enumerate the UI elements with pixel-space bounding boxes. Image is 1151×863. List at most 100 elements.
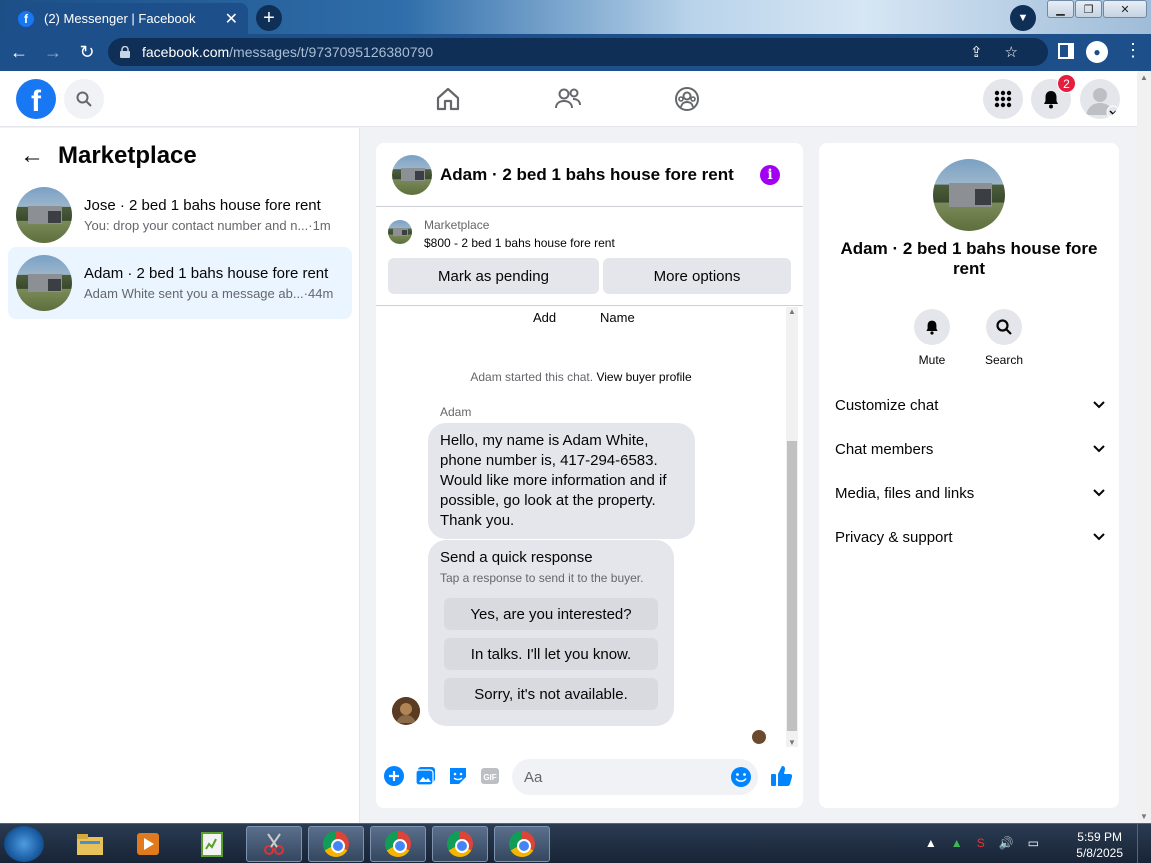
home-icon[interactable] xyxy=(434,85,462,113)
listing-price[interactable]: $800 - 2 bed 1 bahs house fore rent xyxy=(424,236,615,250)
customize-chat-row[interactable]: Customize chat xyxy=(835,383,1105,427)
page-scrollbar[interactable]: ▲ ▼ xyxy=(1137,71,1151,823)
chat-members-row[interactable]: Chat members xyxy=(835,427,1105,471)
privacy-support-row[interactable]: Privacy & support xyxy=(835,515,1105,559)
photo-icon[interactable] xyxy=(415,765,437,787)
name-label[interactable]: Name xyxy=(600,310,635,325)
scroll-up-arrow-icon[interactable]: ▲ xyxy=(1140,73,1148,82)
sticker-icon[interactable] xyxy=(447,765,469,787)
bookmark-star-icon[interactable]: ☆ xyxy=(1005,43,1018,61)
back-arrow-icon[interactable]: ← xyxy=(20,142,44,170)
chrome-profile-2-icon[interactable] xyxy=(370,826,426,862)
quick-response-option[interactable]: Yes, are you interested? xyxy=(444,598,658,630)
notepad-plus-icon[interactable] xyxy=(184,826,240,862)
start-button[interactable] xyxy=(4,826,44,862)
gif-icon[interactable]: GIF xyxy=(479,765,501,787)
conversation-time: ·44m xyxy=(303,286,334,301)
conversation-snippet: Adam White sent you a message ab... xyxy=(84,286,304,301)
restore-button[interactable]: ❐ xyxy=(1075,0,1102,18)
snipping-tool-icon[interactable] xyxy=(246,826,302,862)
windows-taskbar: ▲ ▲ S 🔊 ▭ 5:59 PM 5/8/2025 xyxy=(0,823,1151,863)
scroll-down-arrow-icon[interactable]: ▼ xyxy=(788,738,796,747)
quick-response-title: Send a quick response xyxy=(440,549,593,566)
quick-response-option[interactable]: In talks. I'll let you know. xyxy=(444,638,658,670)
chat-scrollbar[interactable]: ▲ ▼ xyxy=(786,307,798,747)
forward-arrow-icon[interactable]: → xyxy=(38,42,68,63)
conversation-name: Adam · 2 bed 1 bahs house fore rent xyxy=(84,265,329,282)
chrome-profile-4-icon[interactable] xyxy=(494,826,550,862)
message-bubble: Hello, my name is Adam White, phone numb… xyxy=(428,423,695,539)
file-explorer-icon[interactable] xyxy=(62,826,118,862)
like-thumb-icon[interactable] xyxy=(770,764,794,788)
scroll-up-arrow-icon[interactable]: ▲ xyxy=(788,307,796,316)
panel-header: ← Marketplace xyxy=(20,142,197,170)
mark-as-pending-button[interactable]: Mark as pending xyxy=(388,258,599,294)
close-window-button[interactable]: ✕ xyxy=(1103,0,1147,18)
listing-banner: Marketplace $800 - 2 bed 1 bahs house fo… xyxy=(376,208,803,306)
row-label: Chat members xyxy=(835,440,934,458)
chat-title[interactable]: Adam · 2 bed 1 bahs house fore rent xyxy=(440,165,734,185)
system-clock[interactable]: 5:59 PM 5/8/2025 xyxy=(1076,829,1123,861)
media-files-links-row[interactable]: Media, files and links xyxy=(835,471,1105,515)
new-tab-button[interactable]: + xyxy=(256,5,282,31)
browser-profile-icon[interactable]: ● xyxy=(1086,41,1108,63)
network-icon[interactable]: ▭ xyxy=(1028,836,1039,850)
conversation-item[interactable]: Jose · 2 bed 1 bahs house fore rent You:… xyxy=(8,179,352,251)
conversation-item-active[interactable]: Adam · 2 bed 1 bahs house fore rent Adam… xyxy=(8,247,352,319)
back-arrow-icon[interactable]: ← xyxy=(4,42,34,63)
facebook-top-nav: f 2 xyxy=(0,71,1137,127)
account-avatar[interactable] xyxy=(1080,79,1120,119)
message-list: Add Name Adam started this chat. View bu… xyxy=(376,307,803,747)
search-icon xyxy=(76,91,92,107)
mute-button[interactable]: Mute xyxy=(902,309,962,367)
chrome-profile-1-icon[interactable] xyxy=(308,826,364,862)
minimize-button[interactable]: ▁ xyxy=(1047,0,1074,18)
notification-badge: 2 xyxy=(1057,74,1076,93)
search-in-chat-button[interactable]: Search xyxy=(974,309,1034,367)
show-desktop-button[interactable] xyxy=(1137,824,1151,863)
browser-menu-icon[interactable]: ⋮ xyxy=(1124,40,1142,61)
scroll-down-arrow-icon[interactable]: ▼ xyxy=(1140,812,1148,821)
add-contact-label[interactable]: Add xyxy=(533,310,556,325)
show-hidden-icons-icon[interactable]: ▲ xyxy=(925,836,937,850)
sender-name: Adam xyxy=(440,405,472,419)
facebook-logo-icon[interactable]: f xyxy=(16,79,56,119)
plus-circle-icon[interactable] xyxy=(383,765,405,787)
scrollbar-thumb[interactable] xyxy=(787,441,797,731)
window-controls: ▁ ❐ ✕ xyxy=(1047,0,1147,18)
close-tab-icon[interactable]: ✕ xyxy=(225,9,238,29)
volume-icon[interactable]: 🔊 xyxy=(999,836,1014,850)
address-bar[interactable]: facebook.com/messages/t/9737095126380790… xyxy=(108,38,1048,66)
chevron-down-icon xyxy=(1093,489,1105,497)
sender-avatar[interactable] xyxy=(392,697,420,725)
chat-window: Adam · 2 bed 1 bahs house fore rent i Ma… xyxy=(376,143,803,808)
browser-tab-messenger[interactable]: f (2) Messenger | Facebook ✕ xyxy=(8,3,248,34)
clock-date: 5/8/2025 xyxy=(1076,846,1123,860)
chrome-profile-3-icon[interactable] xyxy=(432,826,488,862)
svg-text:GIF: GIF xyxy=(483,773,496,782)
search-button[interactable] xyxy=(64,79,104,119)
row-label: Customize chat xyxy=(835,396,939,414)
media-player-icon[interactable] xyxy=(120,826,176,862)
share-icon[interactable]: ⇪ xyxy=(970,43,983,61)
quick-response-option[interactable]: Sorry, it's not available. xyxy=(444,678,658,710)
listing-thumbnail xyxy=(16,255,72,311)
conversation-name: Jose · 2 bed 1 bahs house fore rent xyxy=(84,197,321,214)
side-panel-icon[interactable] xyxy=(1058,43,1074,59)
message-input[interactable]: Aa xyxy=(512,759,758,795)
chat-thumbnail[interactable] xyxy=(392,154,432,195)
friends-icon[interactable] xyxy=(554,85,582,113)
menu-grid-button[interactable] xyxy=(983,79,1023,119)
more-options-button[interactable]: More options xyxy=(603,258,791,294)
tray-app-s-icon[interactable]: S xyxy=(977,836,985,850)
chat-info-panel: Adam · 2 bed 1 bahs house fore rent Mute… xyxy=(819,143,1119,808)
tray-app-icon[interactable]: ▲ xyxy=(951,836,963,850)
groups-icon[interactable] xyxy=(673,85,701,113)
listing-thumbnail[interactable] xyxy=(388,220,412,244)
info-icon[interactable]: i xyxy=(760,165,780,185)
view-buyer-profile-link[interactable]: View buyer profile xyxy=(596,370,691,384)
info-title: Adam · 2 bed 1 bahs house fore rent xyxy=(840,239,1098,278)
emoji-icon[interactable] xyxy=(730,766,752,788)
tab-search-button[interactable]: ▼ xyxy=(1010,5,1036,31)
reload-icon[interactable]: ↻ xyxy=(72,42,102,63)
